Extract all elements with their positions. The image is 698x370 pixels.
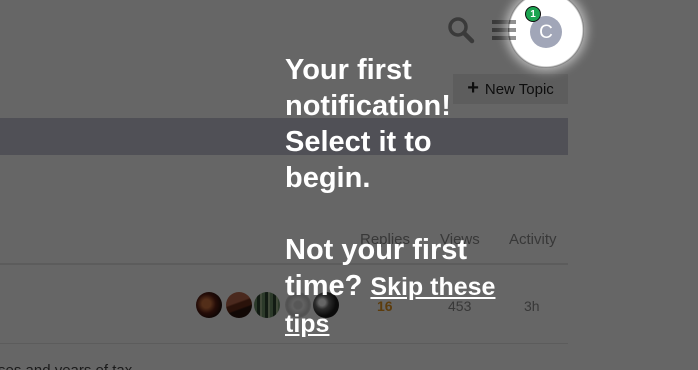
page: C 1 + New Topic Replies Views Activity 1…: [0, 0, 698, 370]
avatar-initial: C: [539, 21, 553, 43]
onboarding-tip: Your first notification! Select it to be…: [285, 52, 525, 342]
poster-avatar[interactable]: [196, 292, 222, 318]
topic-excerpt[interactable]: ses and years of tax: [0, 362, 132, 370]
search-button[interactable]: [446, 15, 476, 45]
hamburger-menu-icon: [492, 20, 516, 40]
notification-count: 1: [530, 8, 536, 20]
poster-avatar[interactable]: [226, 292, 252, 318]
search-icon: [448, 17, 475, 44]
hamburger-menu-button[interactable]: [490, 15, 518, 45]
site-header: C 1: [0, 0, 698, 60]
topic-activity-time[interactable]: 3h: [524, 298, 540, 314]
poster-avatar[interactable]: [254, 292, 280, 318]
notification-count-badge[interactable]: 1: [525, 6, 541, 22]
tip-spacer: [285, 196, 525, 232]
table-row-divider: [0, 343, 568, 344]
tip-title: Your first notification! Select it to be…: [285, 54, 451, 194]
